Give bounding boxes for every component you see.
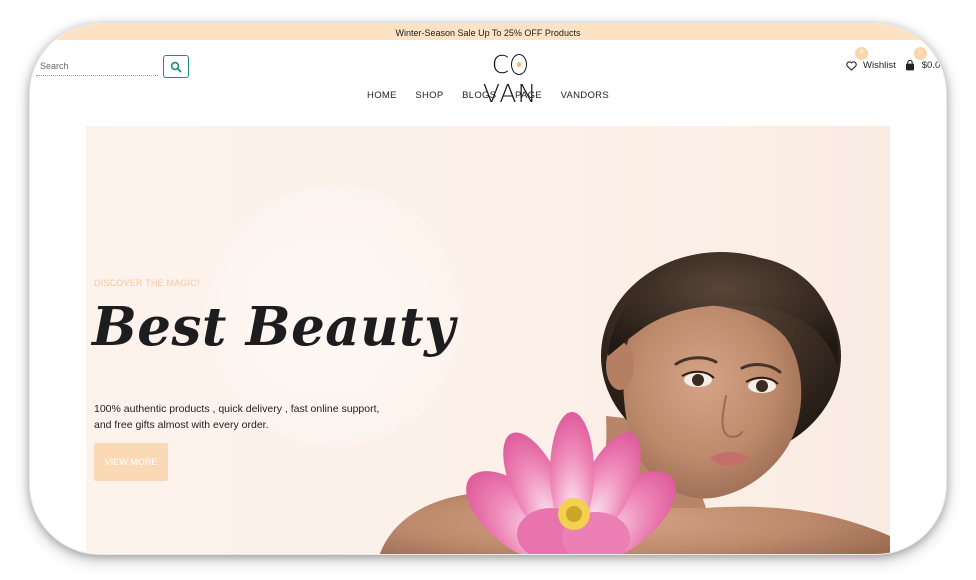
wishlist-link[interactable]: 0 Wishlist (846, 47, 896, 71)
browser-frame: Winter-Season Sale Up To 25% OFF Product… (30, 24, 946, 554)
cart-count-badge: 0 (913, 47, 927, 60)
main-nav: HOME SHOP BLOGS PAGE VANDORS (30, 90, 946, 101)
heart-icon (846, 60, 857, 71)
view-more-button[interactable]: VIEW MORE (94, 443, 168, 481)
hero-description: 100% authentic products , quick delivery… (94, 403, 380, 431)
search-icon (170, 61, 182, 72)
wishlist-count-badge: 0 (855, 47, 868, 60)
logo-letter-o (511, 54, 528, 75)
search-input[interactable] (36, 57, 158, 76)
nav-vandors[interactable]: VANDORS (561, 90, 609, 101)
header-tools: 0 Wishlist 0 $0.0 (846, 47, 946, 71)
cart-link[interactable]: 0 $0.0 (905, 47, 941, 71)
shopping-bag-icon (905, 60, 914, 71)
logo-letter-c: C (491, 50, 511, 79)
wishlist-label: Wishlist (863, 60, 896, 71)
hero-model-image (380, 252, 890, 554)
hero-banner: DISCOVER THE MAGIC! Best Beauty 100% aut… (86, 126, 890, 554)
nav-home[interactable]: HOME (367, 90, 397, 101)
nav-shop[interactable]: SHOP (415, 90, 443, 101)
search-area (36, 55, 189, 78)
announcement-bar: Winter-Season Sale Up To 25% OFF Product… (30, 24, 946, 40)
cart-total: $0.0 (921, 60, 941, 71)
nav-blogs[interactable]: BLOGS (462, 90, 496, 101)
nav-page[interactable]: PAGE (515, 90, 542, 101)
hero-kicker: DISCOVER THE MAGIC! (94, 278, 200, 288)
search-button[interactable] (163, 55, 189, 78)
